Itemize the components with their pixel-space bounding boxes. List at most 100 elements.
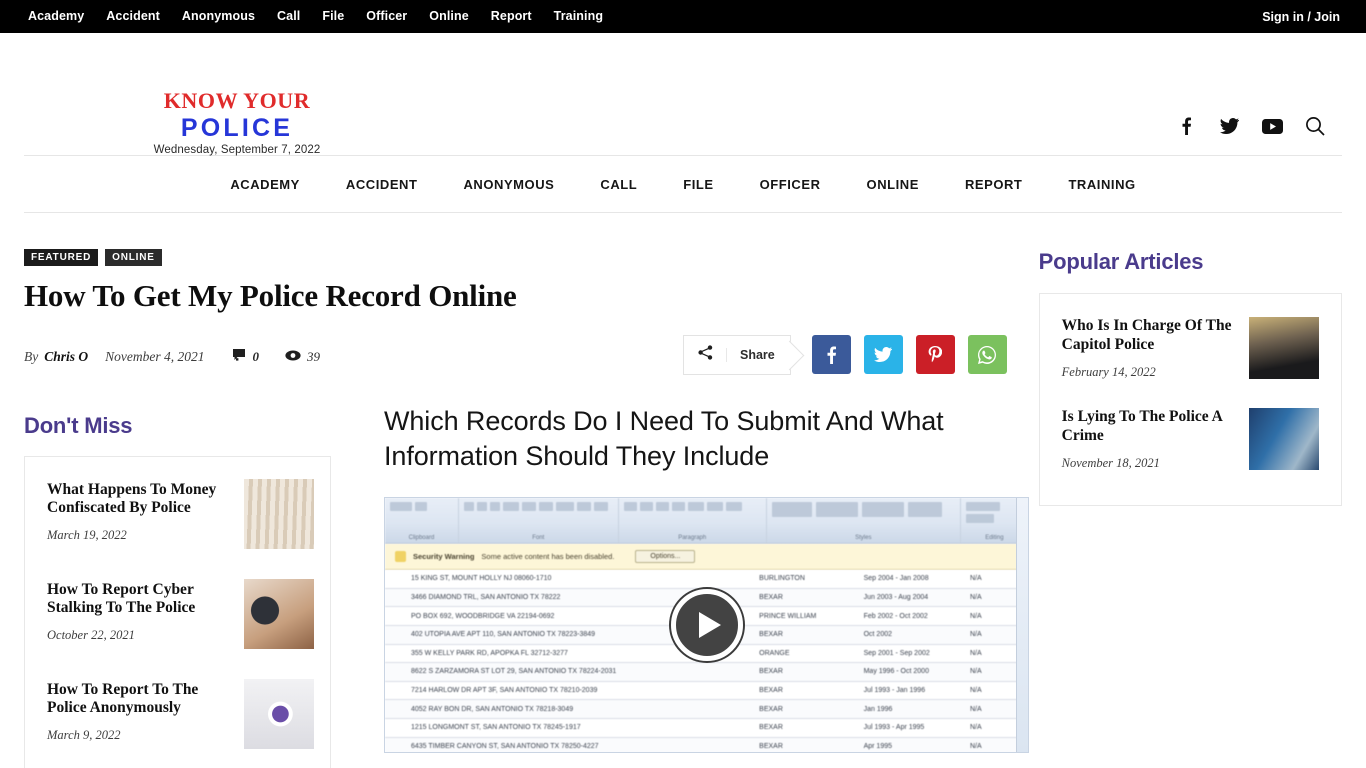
mainnav-item-online[interactable]: ONLINE xyxy=(867,177,919,192)
mainnav-item-training[interactable]: TRAINING xyxy=(1068,177,1135,192)
share-twitter-button[interactable] xyxy=(863,335,903,375)
category-badges: FEATURED ONLINE xyxy=(24,249,1013,266)
author-name[interactable]: Chris O xyxy=(44,349,88,365)
list-item-thumbnail xyxy=(244,578,314,649)
list-item-date: October 22, 2021 xyxy=(47,628,135,643)
article-meta-row: By Chris O November 4, 2021 0 39 Share xyxy=(24,334,1013,379)
list-item[interactable]: What Happens To Money Confiscated By Pol… xyxy=(47,478,314,549)
mainnav-item-academy[interactable]: ACADEMY xyxy=(230,177,300,192)
top-bar-nav: Academy Accident Anonymous Call File Off… xyxy=(28,0,603,33)
warning-shield-icon xyxy=(395,551,406,563)
word-ribbon: Clipboard Font Paragraph Styles Editing xyxy=(385,498,1028,545)
ribbon-group-label: Font xyxy=(532,535,545,542)
site-header: KNOW YOUR POLICE Wednesday, September 7,… xyxy=(0,33,1366,157)
search-icon[interactable] xyxy=(1304,115,1326,137)
article-section-heading: Which Records Do I Need To Submit And Wh… xyxy=(384,406,944,472)
list-item-date: November 18, 2021 xyxy=(1061,455,1160,470)
cell-county: PRINCE WILLIAM xyxy=(759,612,817,620)
share-facebook-button[interactable] xyxy=(811,335,851,375)
list-item-date: March 9, 2022 xyxy=(47,728,121,743)
mainnav-item-accident[interactable]: ACCIDENT xyxy=(346,177,418,192)
topnav-item-online[interactable]: Online xyxy=(429,0,469,33)
list-item[interactable]: How To Report Cyber Stalking To The Poli… xyxy=(47,578,314,649)
table-row: 8622 S ZARZAMORA ST LOT 29, SAN ANTONIO … xyxy=(385,663,1028,682)
cell-county: BEXAR xyxy=(759,742,783,750)
cell-county: BEXAR xyxy=(759,687,783,695)
cell-dates: Sep 2004 - Jan 2008 xyxy=(863,575,929,583)
main-nav: ACADEMY ACCIDENT ANONYMOUS CALL FILE OFF… xyxy=(24,155,1342,213)
ribbon-group-clipboard: Clipboard xyxy=(385,498,459,544)
cell-county: BEXAR xyxy=(759,668,783,676)
play-icon[interactable] xyxy=(670,589,743,662)
cell-dates: Feb 2002 - Oct 2002 xyxy=(863,612,928,620)
list-item[interactable]: Who Is In Charge Of The Capitol Police F… xyxy=(1062,317,1319,380)
topnav-item-file[interactable]: File xyxy=(322,0,344,33)
list-item[interactable]: How To Report To The Police Anonymously … xyxy=(47,678,314,749)
list-item-title[interactable]: What Happens To Money Confiscated By Pol… xyxy=(47,481,232,519)
list-item-text: How To Report To The Police Anonymously … xyxy=(47,679,232,749)
ribbon-group-paragraph: Paragraph xyxy=(619,498,767,544)
twitter-icon[interactable] xyxy=(1218,115,1240,137)
comment-count: 0 xyxy=(232,348,259,365)
cell-county: BURLINGTON xyxy=(759,575,805,583)
list-item-title[interactable]: How To Report To The Police Anonymously xyxy=(47,681,232,719)
embed-scrollbar[interactable] xyxy=(1016,498,1028,753)
mainnav-item-report[interactable]: REPORT xyxy=(965,177,1022,192)
mainnav-item-call[interactable]: CALL xyxy=(600,177,637,192)
cell-dates: May 1996 - Oct 2000 xyxy=(863,668,929,676)
header-date: Wednesday, September 7, 2022 xyxy=(153,144,321,156)
list-item-thumbnail xyxy=(244,678,314,749)
sign-in-join-link[interactable]: Sign in / Join xyxy=(1262,10,1340,24)
video-embed[interactable]: Clipboard Font Paragraph Styles Editing … xyxy=(384,497,1029,754)
list-item-title[interactable]: Who Is In Charge Of The Capitol Police xyxy=(1062,317,1235,355)
ribbon-group-styles: Styles xyxy=(767,498,961,544)
popular-articles-heading: Popular Articles xyxy=(1038,249,1204,274)
topnav-item-officer[interactable]: Officer xyxy=(366,0,407,33)
cell-county: BEXAR xyxy=(759,724,783,732)
cell-address: 6435 TIMBER CANYON ST, SAN ANTONIO TX 78… xyxy=(411,742,599,750)
list-item-thumbnail xyxy=(244,478,314,549)
mainnav-item-officer[interactable]: OFFICER xyxy=(760,177,821,192)
comment-icon xyxy=(232,348,247,365)
cell-dates: Oct 2002 xyxy=(863,631,893,639)
share-pinterest-button[interactable] xyxy=(915,335,955,375)
list-item-title[interactable]: Is Lying To The Police A Crime xyxy=(1062,408,1235,446)
topnav-item-report[interactable]: Report xyxy=(491,0,532,33)
site-logo[interactable]: KNOW YOUR POLICE Wednesday, September 7,… xyxy=(146,88,328,157)
topnav-item-training[interactable]: Training xyxy=(554,0,603,33)
top-bar: Academy Accident Anonymous Call File Off… xyxy=(0,0,1366,33)
cell-county: BEXAR xyxy=(759,705,783,713)
cell-dates: Sep 2001 - Sep 2002 xyxy=(863,649,930,657)
mainnav-item-anonymous[interactable]: ANONYMOUS xyxy=(463,177,554,192)
play-triangle xyxy=(698,612,721,639)
share-whatsapp-button[interactable] xyxy=(967,335,1007,375)
share-icon xyxy=(698,344,713,365)
topnav-item-accident[interactable]: Accident xyxy=(106,0,160,33)
list-item[interactable]: Is Lying To The Police A Crime November … xyxy=(1061,407,1319,471)
header-icon-bar xyxy=(1175,115,1326,137)
list-item-thumbnail xyxy=(1249,317,1319,379)
share-button[interactable]: Share xyxy=(683,334,791,375)
table-row: 4052 RAY BON DR, SAN ANTONIO TX 78218-30… xyxy=(385,700,1028,719)
topnav-item-call[interactable]: Call xyxy=(277,0,300,33)
eye-icon xyxy=(285,349,301,365)
youtube-icon[interactable] xyxy=(1261,115,1283,137)
list-item-text: How To Report Cyber Stalking To The Poli… xyxy=(47,579,232,649)
badge-featured[interactable]: FEATURED xyxy=(24,249,99,266)
options-button[interactable]: Options... xyxy=(635,550,696,564)
view-count-value: 39 xyxy=(307,348,321,364)
cell-county: BEXAR xyxy=(759,631,783,639)
badge-online[interactable]: ONLINE xyxy=(105,249,162,266)
list-item-date: February 14, 2022 xyxy=(1061,364,1156,379)
logo-text-top: KNOW YOUR xyxy=(163,88,311,113)
topnav-item-academy[interactable]: Academy xyxy=(28,0,84,33)
mainnav-item-file[interactable]: FILE xyxy=(683,177,713,192)
table-row: 1215 LONGMONT ST, SAN ANTONIO TX 78245-1… xyxy=(385,719,1028,738)
publish-date: November 4, 2021 xyxy=(105,348,205,364)
topnav-item-anonymous[interactable]: Anonymous xyxy=(182,0,255,33)
list-item-title[interactable]: How To Report Cyber Stalking To The Poli… xyxy=(47,581,232,619)
cell-address: 7214 HARLOW DR APT 3F, SAN ANTONIO TX 78… xyxy=(411,687,598,695)
facebook-icon[interactable] xyxy=(1175,115,1197,137)
logo-text-bottom: POLICE xyxy=(180,114,294,142)
top-bar-right: Sign in / Join xyxy=(1262,0,1340,34)
